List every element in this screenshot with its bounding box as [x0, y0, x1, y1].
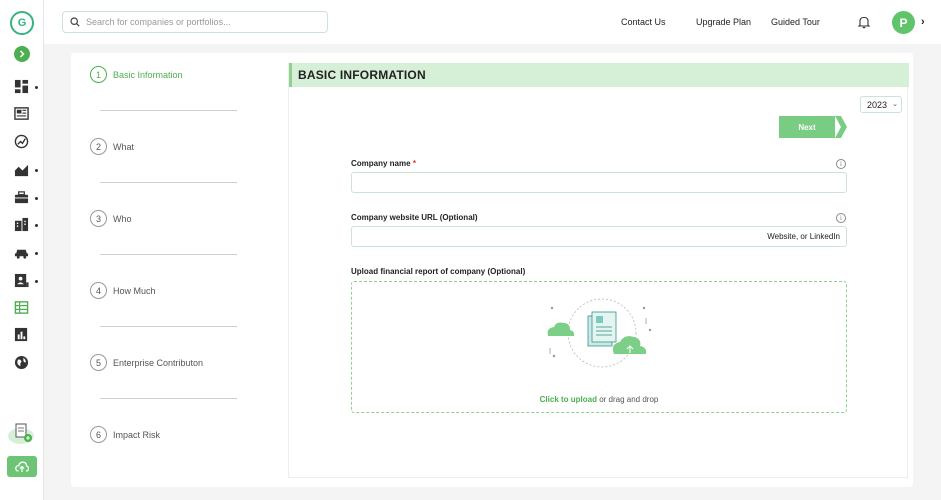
- upload-report-illustration-icon: [8, 423, 34, 444]
- step-divider: [100, 254, 237, 255]
- year-select[interactable]: 2023 ⌄: [860, 96, 902, 113]
- buildings-icon[interactable]: [13, 216, 29, 232]
- dashboard-icon[interactable]: [13, 78, 29, 94]
- step-label: Impact Risk: [113, 429, 161, 440]
- company-name-label-text: Company name: [351, 159, 411, 168]
- company-website-input[interactable]: [351, 226, 847, 247]
- upload-documents-illustration-icon: [547, 298, 652, 368]
- dropzone-instructions: Click to upload or drag and drop: [352, 395, 846, 404]
- leaf-chart-icon[interactable]: [13, 133, 29, 149]
- file-dropzone[interactable]: Click to upload or drag and drop: [351, 281, 847, 413]
- step-what[interactable]: 2 What: [90, 138, 134, 155]
- step-number: 6: [90, 426, 107, 443]
- cloud-upload-button[interactable]: [7, 456, 37, 477]
- required-asterisk: *: [412, 159, 416, 168]
- guided-tour-link[interactable]: Guided Tour: [771, 17, 820, 27]
- info-icon[interactable]: i: [836, 213, 846, 223]
- chevron-right-icon: [835, 116, 847, 138]
- panel-title: BASIC INFORMATION: [298, 68, 426, 82]
- contact-us-link[interactable]: Contact Us: [621, 17, 666, 27]
- step-label: Enterprise Contributon: [113, 357, 204, 368]
- table-icon[interactable]: [13, 299, 29, 315]
- step-divider: [100, 182, 237, 183]
- step-label: How Much: [113, 285, 156, 296]
- step-enterprise-contribution[interactable]: 5 Enterprise Contributon: [90, 354, 203, 371]
- briefcase-icon[interactable]: [13, 189, 29, 205]
- step-who[interactable]: 3 Who: [90, 210, 132, 227]
- company-website-label: Company website URL (Optional): [351, 213, 478, 222]
- sidebar: G: [0, 0, 44, 500]
- news-icon[interactable]: [13, 105, 29, 121]
- chevron-down-icon: ⌄: [892, 101, 898, 108]
- chevron-right-icon: [19, 50, 25, 58]
- cloud-upload-icon: [15, 461, 29, 472]
- company-name-label: Company name *: [351, 159, 416, 168]
- step-divider: [100, 326, 237, 327]
- upload-report-label: Upload financial report of company (Opti…: [351, 267, 526, 276]
- user-card-icon[interactable]: [13, 272, 29, 288]
- step-number: 1: [90, 66, 107, 83]
- step-basic-information[interactable]: 1 Basic Information: [90, 66, 183, 83]
- drag-and-drop-text: or drag and drop: [596, 395, 659, 404]
- click-to-upload-link[interactable]: Click to upload: [540, 395, 597, 404]
- globe-icon[interactable]: [13, 354, 29, 370]
- brand-logo-icon[interactable]: G: [10, 11, 34, 35]
- report-icon[interactable]: [13, 326, 29, 342]
- user-avatar[interactable]: P: [892, 11, 915, 34]
- step-divider: [100, 110, 237, 111]
- panel-header: BASIC INFORMATION: [289, 63, 909, 87]
- step-divider: [100, 398, 237, 399]
- step-label: What: [113, 141, 135, 152]
- top-bar: Contact Us Upgrade Plan Guided Tour P ›: [44, 0, 941, 44]
- year-value: 2023: [867, 99, 888, 110]
- nav-dot: [35, 86, 38, 89]
- step-label: Who: [113, 213, 132, 224]
- next-button[interactable]: Next: [779, 116, 847, 138]
- search-icon: [70, 17, 80, 27]
- upgrade-plan-link[interactable]: Upgrade Plan: [696, 17, 751, 27]
- expand-sidebar-button[interactable]: [14, 46, 30, 62]
- main-card: 1 Basic Information 2 What 3 Who 4 How M…: [71, 53, 913, 487]
- step-impact-risk[interactable]: 6 Impact Risk: [90, 426, 160, 443]
- search-input[interactable]: [86, 17, 306, 27]
- next-button-label: Next: [779, 116, 835, 138]
- step-number: 5: [90, 354, 107, 371]
- nav-dot: [35, 252, 38, 255]
- car-icon[interactable]: [13, 244, 29, 260]
- app-root: G Search for companies or portfolios... …: [0, 0, 941, 500]
- basic-information-panel: BASIC INFORMATION 2023 ⌄ Next Company na…: [288, 63, 909, 478]
- nav-dot: [35, 197, 38, 200]
- area-chart-icon[interactable]: [13, 161, 29, 177]
- step-label: Basic Information: [113, 69, 183, 80]
- step-number: 4: [90, 282, 107, 299]
- step-number: 2: [90, 138, 107, 155]
- step-how-much[interactable]: 4 How Much: [90, 282, 156, 299]
- company-name-input[interactable]: [351, 172, 847, 193]
- search-box[interactable]: [62, 11, 328, 33]
- step-number: 3: [90, 210, 107, 227]
- bell-icon[interactable]: [857, 15, 871, 29]
- info-icon[interactable]: i: [836, 159, 846, 169]
- nav-dot: [35, 224, 38, 227]
- nav-dot: [35, 169, 38, 172]
- nav-dot: [35, 280, 38, 283]
- chevron-right-icon[interactable]: ›: [921, 16, 925, 28]
